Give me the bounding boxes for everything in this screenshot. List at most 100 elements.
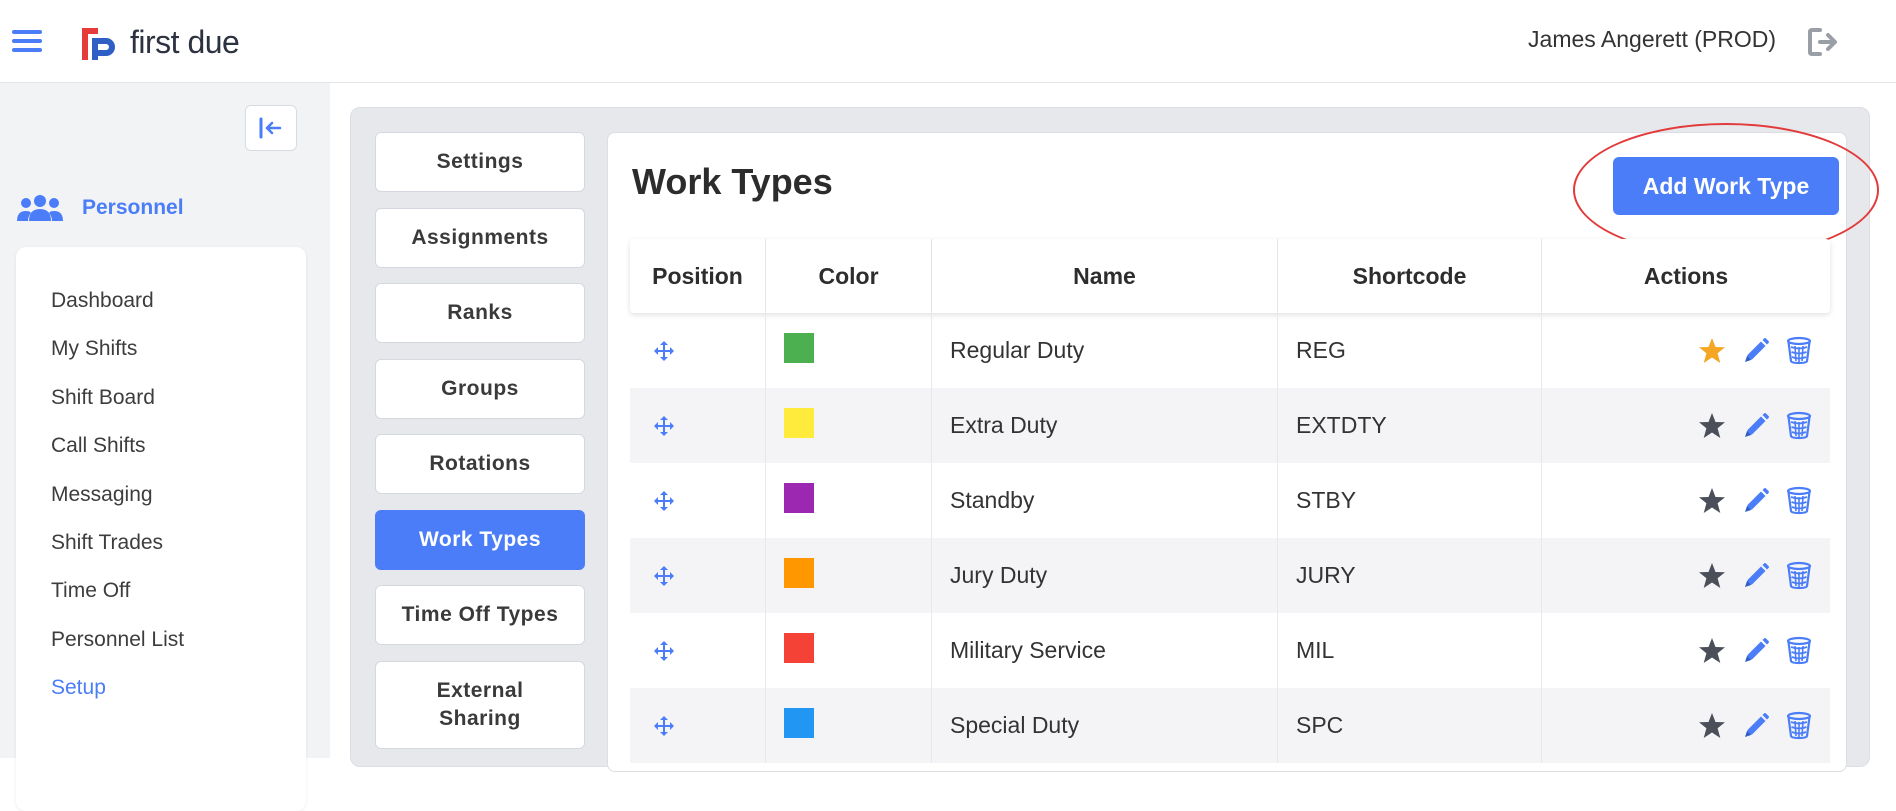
pencil-edit-icon[interactable] — [1742, 637, 1770, 665]
position-cell — [630, 688, 766, 763]
main-area: Settings Assignments Ranks Groups Rotations W… — [330, 83, 1896, 772]
setup-panel: Settings Assignments Ranks Groups Rotations W… — [350, 107, 1879, 772]
sidebar-item-shift-board[interactable]: Shift Board — [16, 374, 306, 422]
table-header: Position Color Name Shortcode Actions — [630, 239, 1830, 313]
sidebar-nav: Dashboard My Shifts Shift Board Call Shifts… — [16, 247, 306, 811]
drag-move-icon[interactable] — [652, 414, 676, 438]
star-icon[interactable] — [1698, 412, 1726, 440]
table-row: Regular Duty REG — [630, 313, 1830, 388]
color-cell — [766, 388, 932, 463]
pencil-edit-icon[interactable] — [1742, 487, 1770, 515]
tab-rotations[interactable]: Rotations — [375, 434, 585, 494]
first-due-logo-icon — [82, 28, 115, 60]
trash-delete-icon[interactable] — [1786, 711, 1812, 740]
table-row: Military Service MIL — [630, 613, 1830, 688]
sidebar-item-personnel-list[interactable]: Personnel List — [16, 616, 306, 664]
trash-delete-icon[interactable] — [1786, 411, 1812, 440]
position-cell — [630, 463, 766, 538]
name-cell: Standby — [932, 463, 1278, 538]
sidebar-item-time-off[interactable]: Time Off — [16, 567, 306, 615]
pencil-edit-icon[interactable] — [1742, 412, 1770, 440]
column-header-position: Position — [630, 239, 766, 313]
drag-move-icon[interactable] — [652, 339, 676, 363]
sidebar-item-dashboard[interactable]: Dashboard — [16, 277, 306, 325]
color-swatch — [784, 332, 814, 363]
position-cell — [630, 613, 766, 688]
tab-groups[interactable]: Groups — [375, 358, 585, 419]
star-icon[interactable] — [1698, 562, 1726, 590]
actions-cell — [1542, 538, 1830, 613]
work-types-card: Work Types Add Work Type Position Color … — [607, 123, 1879, 772]
color-swatch — [784, 632, 814, 663]
trash-delete-icon[interactable] — [1786, 336, 1812, 365]
shortcode-cell: REG — [1278, 313, 1542, 388]
table-row: Jury Duty JURY — [630, 538, 1830, 613]
sidebar-section-personnel[interactable]: Personnel — [16, 193, 184, 223]
position-cell — [630, 538, 766, 613]
star-icon[interactable] — [1698, 487, 1726, 515]
sidebar-item-my-shifts[interactable]: My Shifts — [16, 325, 306, 373]
table-row: Extra Duty EXTDTY — [630, 388, 1830, 463]
actions-cell — [1542, 688, 1830, 763]
collapse-sidebar-button[interactable] — [245, 105, 297, 151]
color-cell — [766, 313, 932, 388]
shortcode-cell: JURY — [1278, 538, 1542, 613]
pencil-edit-icon[interactable] — [1742, 337, 1770, 365]
drag-move-icon[interactable] — [652, 564, 676, 588]
trash-delete-icon[interactable] — [1786, 561, 1812, 590]
sidebar-item-messaging[interactable]: Messaging — [16, 471, 306, 519]
trash-delete-icon[interactable] — [1786, 636, 1812, 665]
tab-time-off-types[interactable]: Time Off Types — [375, 585, 585, 645]
tab-external-sharing[interactable]: External Sharing — [375, 660, 585, 749]
actions-cell — [1542, 388, 1830, 463]
name-cell: Military Service — [932, 613, 1278, 688]
color-swatch — [784, 407, 814, 438]
color-swatch — [784, 482, 814, 513]
actions-cell — [1542, 613, 1830, 688]
top-bar: first due James Angerett (PROD) — [0, 0, 1896, 83]
tab-work-types[interactable]: Work Types — [375, 509, 585, 570]
setup-tabs: Settings Assignments Ranks Groups Rotations W… — [375, 132, 585, 764]
logo-text: first due — [130, 24, 240, 60]
sidebar-item-setup[interactable]: Setup — [16, 664, 306, 712]
add-work-type-button[interactable]: Add Work Type — [1613, 157, 1839, 215]
table-row: Standby STBY — [630, 463, 1830, 538]
trash-delete-icon[interactable] — [1786, 486, 1812, 515]
sidebar-item-call-shifts[interactable]: Call Shifts — [16, 422, 306, 470]
drag-move-icon[interactable] — [652, 639, 676, 663]
drag-move-icon[interactable] — [652, 714, 676, 738]
pencil-edit-icon[interactable] — [1742, 562, 1770, 590]
color-cell — [766, 538, 932, 613]
people-icon — [17, 195, 63, 221]
tab-ranks[interactable]: Ranks — [375, 283, 585, 343]
tab-settings[interactable]: Settings — [375, 132, 585, 192]
star-icon[interactable] — [1698, 337, 1726, 365]
logout-icon[interactable] — [1806, 24, 1842, 60]
column-header-shortcode: Shortcode — [1278, 239, 1542, 313]
pencil-edit-icon[interactable] — [1742, 712, 1770, 740]
actions-cell — [1542, 313, 1830, 388]
color-cell — [766, 688, 932, 763]
color-swatch — [784, 557, 814, 588]
position-cell — [630, 388, 766, 463]
sidebar: Personnel Dashboard My Shifts Shift Board C… — [0, 83, 330, 811]
collapse-left-icon — [259, 117, 282, 139]
menu-icon[interactable] — [12, 30, 42, 54]
color-swatch — [784, 707, 814, 738]
name-cell: Extra Duty — [932, 388, 1278, 463]
column-header-name: Name — [932, 239, 1278, 313]
name-cell: Jury Duty — [932, 538, 1278, 613]
shortcode-cell: MIL — [1278, 613, 1542, 688]
column-header-actions: Actions — [1643, 263, 1729, 289]
name-cell: Regular Duty — [932, 313, 1278, 388]
tab-assignments[interactable]: Assignments — [375, 207, 585, 268]
color-cell — [766, 463, 932, 538]
drag-move-icon[interactable] — [652, 489, 676, 513]
sidebar-section-label: Personnel — [82, 196, 184, 219]
page-title: Work Types — [632, 161, 833, 202]
sidebar-item-shift-trades[interactable]: Shift Trades — [16, 519, 306, 567]
user-name[interactable]: James Angerett (PROD) — [1528, 26, 1776, 53]
table-body: Regular Duty REG Extra Duty EXTDTY Standby ST… — [630, 313, 1830, 763]
star-icon[interactable] — [1698, 712, 1726, 740]
star-icon[interactable] — [1698, 637, 1726, 665]
